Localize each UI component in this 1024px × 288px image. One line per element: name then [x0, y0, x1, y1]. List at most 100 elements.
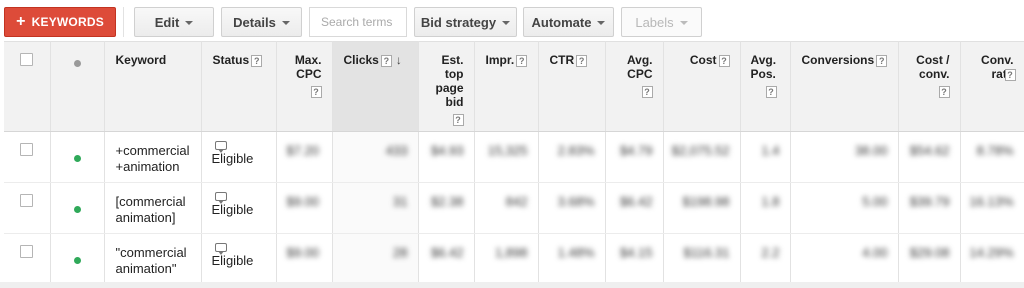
cost-cell: $116.31: [663, 233, 741, 285]
automate-label: Automate: [531, 14, 592, 30]
add-keywords-button[interactable]: + KEYWORDS: [4, 7, 116, 37]
keyword-cell[interactable]: [commercial animation]: [104, 182, 202, 234]
select-all-checkbox[interactable]: [20, 53, 34, 66]
max-cpc-cell[interactable]: $7.20: [276, 131, 333, 183]
status-header[interactable]: Status?: [201, 41, 277, 132]
max-cpc-value: $9.00: [286, 194, 320, 209]
help-icon[interactable]: ?: [1004, 68, 1016, 81]
cost-cell: $2,075.52: [663, 131, 741, 183]
est-header-line1: Est.: [441, 53, 464, 67]
speech-bubble-icon[interactable]: [214, 192, 227, 204]
conversions-cell: 5.00: [790, 182, 899, 234]
ctr-value: 1.48%: [557, 245, 595, 260]
cost-per-conv-cell: $54.62: [898, 131, 961, 183]
toolbar-divider: [123, 7, 124, 37]
help-icon[interactable]: ?: [765, 85, 777, 98]
est-top-page-bid-value: $6.42: [430, 245, 464, 260]
help-icon[interactable]: ?: [516, 54, 528, 67]
help-icon[interactable]: ?: [380, 54, 392, 67]
automate-button[interactable]: Automate: [523, 7, 614, 37]
clicks-value: 31: [393, 194, 408, 209]
impr-header-label: Impr.: [485, 53, 515, 67]
status-text: Eligible: [211, 202, 254, 217]
max-cpc-cell[interactable]: $9.00: [276, 182, 333, 234]
row-status-dot-cell: [50, 131, 105, 183]
keyword-header[interactable]: Keyword: [104, 41, 202, 132]
avg-cpc-cell: $4.79: [605, 131, 664, 183]
avg-pos-header-line1: Avg.: [750, 53, 777, 67]
help-icon[interactable]: ?: [938, 85, 950, 98]
row-select-cell: [4, 131, 51, 183]
cost-per-conv-cell: $39.79: [898, 182, 961, 234]
search-terms-placeholder: Search terms: [321, 15, 393, 29]
ctr-cell: 1.48%: [538, 233, 606, 285]
table-header-row: Keyword Status? Max. CPC ? Clicks? ↓ Est.…: [4, 41, 1024, 132]
conv-rate-value: 8.78%: [976, 143, 1014, 158]
edit-button[interactable]: Edit: [134, 7, 214, 37]
enabled-status-dot-icon: [73, 155, 81, 162]
avg-cpc-header[interactable]: Avg. CPC ?: [605, 41, 664, 132]
keyword-cell[interactable]: +commercial +animation: [104, 131, 202, 183]
est-header-line3: page: [435, 81, 464, 95]
est-top-page-bid-header[interactable]: Est. top page bid ?: [418, 41, 475, 132]
keyword-text-line2: +animation: [115, 159, 180, 174]
cost-per-conv-header[interactable]: Cost / conv. ?: [898, 41, 961, 132]
table-footer-band: [0, 282, 1024, 288]
avg-pos-cell: 2.2: [740, 233, 791, 285]
row-checkbox[interactable]: [20, 194, 34, 207]
bid-strategy-button[interactable]: Bid strategy: [414, 7, 517, 37]
row-checkbox[interactable]: [20, 245, 34, 258]
impr-value: 842: [505, 194, 528, 209]
help-icon[interactable]: ?: [251, 54, 263, 67]
max-cpc-value: $9.00: [286, 245, 320, 260]
cost-per-conv-header-line2: conv.: [919, 67, 950, 81]
row-checkbox[interactable]: [20, 143, 34, 156]
ctr-header-label: CTR: [549, 53, 575, 67]
speech-bubble-icon[interactable]: [214, 141, 227, 153]
help-icon[interactable]: ?: [452, 113, 464, 126]
avg-pos-value: 2.2: [761, 245, 780, 260]
speech-bubble-icon[interactable]: [214, 243, 227, 255]
help-icon[interactable]: ?: [310, 85, 322, 98]
row-select-cell: [4, 233, 51, 285]
impr-header[interactable]: Impr.?: [474, 41, 539, 132]
details-button[interactable]: Details: [221, 7, 302, 37]
avg-cpc-value: $6.42: [619, 194, 653, 209]
cost-value: $116.31: [683, 245, 730, 260]
conversions-header[interactable]: Conversions?: [790, 41, 899, 132]
help-icon[interactable]: ?: [641, 85, 653, 98]
avg-cpc-value: $4.15: [619, 245, 653, 260]
cost-header-label: Cost: [689, 53, 717, 67]
table-row: "commercial animation" Eligible $9.00 28…: [4, 233, 1024, 285]
cost-per-conv-value: $29.08: [909, 245, 950, 260]
status-dot-header[interactable]: [50, 41, 105, 132]
cost-header[interactable]: Cost?: [663, 41, 741, 132]
search-terms-input[interactable]: Search terms: [309, 7, 407, 37]
conv-rate-header[interactable]: Conv. rate?: [960, 41, 1024, 132]
clicks-value: 28: [393, 245, 408, 260]
max-cpc-header[interactable]: Max. CPC ?: [276, 41, 333, 132]
chevron-down-icon: [281, 21, 290, 25]
chevron-down-icon: [679, 21, 688, 25]
ctr-cell: 2.83%: [538, 131, 606, 183]
avg-cpc-cell: $6.42: [605, 182, 664, 234]
conv-rate-value: 14.29%: [969, 245, 1014, 260]
labels-button[interactable]: Labels: [621, 7, 702, 37]
max-cpc-cell[interactable]: $9.00: [276, 233, 333, 285]
ctr-header[interactable]: CTR?: [538, 41, 606, 132]
help-icon[interactable]: ?: [876, 54, 888, 67]
est-top-page-bid-value: $4.93: [430, 143, 464, 158]
est-top-page-bid-cell: $6.42: [418, 233, 475, 285]
clicks-header[interactable]: Clicks? ↓: [332, 41, 419, 132]
avg-pos-header[interactable]: Avg. Pos. ?: [740, 41, 791, 132]
keyword-cell[interactable]: "commercial animation": [104, 233, 202, 285]
cost-cell: $198.98: [663, 182, 741, 234]
help-icon[interactable]: ?: [576, 54, 588, 67]
edit-label: Edit: [154, 14, 180, 30]
help-icon[interactable]: ?: [718, 54, 730, 67]
keyword-text-line1: +commercial: [115, 143, 190, 158]
keyword-text-line1: "commercial: [115, 245, 187, 260]
conversions-header-label: Conversions: [801, 53, 875, 67]
clicks-value: 433: [385, 143, 408, 158]
est-top-page-bid-value: $2.38: [430, 194, 464, 209]
